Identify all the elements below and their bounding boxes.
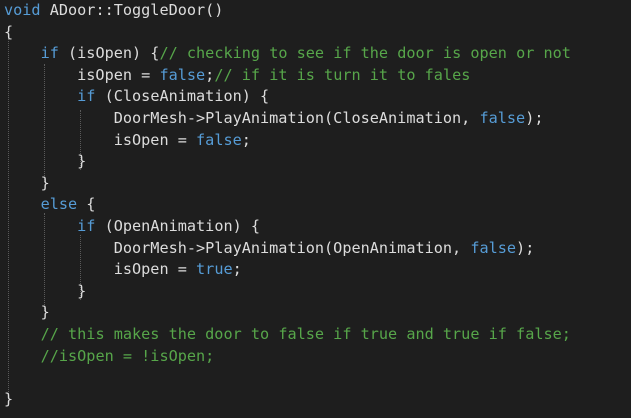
code-line: isOpen = false;// if it is turn it to fa… bbox=[4, 65, 470, 87]
code-keyword: false bbox=[479, 109, 526, 127]
code-keyword: true bbox=[196, 260, 233, 279]
code-text: ; bbox=[205, 65, 215, 84]
code-line: isOpen = true; bbox=[4, 259, 242, 281]
code-text: ; bbox=[232, 260, 242, 279]
code-text: ADoor::ToggleDoor() bbox=[40, 1, 224, 19]
code-line: else { bbox=[4, 194, 96, 216]
code-line: //isOpen = !isOpen; bbox=[4, 346, 215, 368]
code-keyword: void bbox=[4, 1, 41, 19]
code-text: (isOpen) { bbox=[58, 44, 160, 63]
code-line: if (CloseAnimation) { bbox=[4, 86, 269, 108]
code-comment: //isOpen = !isOpen; bbox=[40, 346, 215, 365]
code-line: } bbox=[4, 151, 86, 173]
code-text: ); bbox=[516, 238, 535, 257]
code-editor[interactable]: void ADoor::ToggleDoor(){ if (isOpen) {/… bbox=[0, 0, 631, 418]
code-text: (CloseAnimation) { bbox=[95, 87, 270, 106]
code-keyword: else bbox=[40, 195, 78, 214]
code-text: { bbox=[77, 195, 96, 214]
code-text: isOpen = bbox=[4, 260, 197, 279]
code-line: void ADoor::ToggleDoor() bbox=[4, 0, 223, 22]
code-line: { bbox=[4, 22, 13, 44]
code-line: DoorMesh->PlayAnimation(OpenAnimation, f… bbox=[4, 238, 535, 260]
code-text: { bbox=[4, 22, 14, 41]
code-line: } bbox=[4, 302, 50, 324]
code-keyword: if bbox=[40, 44, 59, 63]
code-text: isOpen = bbox=[4, 130, 197, 149]
code-line: } bbox=[4, 173, 50, 195]
code-keyword: false bbox=[470, 238, 517, 257]
code-line: if (OpenAnimation) { bbox=[4, 216, 260, 238]
code-line: if (isOpen) {// checking to see if the d… bbox=[4, 43, 571, 65]
code-keyword: false bbox=[159, 65, 206, 84]
code-keyword: if bbox=[77, 87, 96, 106]
code-line: } bbox=[4, 281, 86, 303]
code-text: } bbox=[4, 281, 87, 300]
code-line: // this makes the door to false if true … bbox=[4, 324, 571, 346]
code-line: isOpen = false; bbox=[4, 130, 251, 152]
code-text: ; bbox=[241, 130, 251, 149]
code-text: isOpen = bbox=[4, 65, 160, 84]
code-text: } bbox=[4, 152, 87, 171]
code-text: } bbox=[4, 303, 50, 322]
code-text: DoorMesh->PlayAnimation(CloseAnimation, bbox=[4, 109, 480, 127]
code-keyword: if bbox=[77, 217, 96, 235]
code-text: } bbox=[4, 389, 14, 408]
code-line: } bbox=[4, 389, 13, 411]
code-keyword: false bbox=[196, 130, 242, 149]
code-text: ); bbox=[525, 109, 544, 127]
code-comment: // this makes the door to false if true … bbox=[40, 325, 571, 343]
code-text: } bbox=[4, 173, 50, 192]
code-line: DoorMesh->PlayAnimation(CloseAnimation, … bbox=[4, 108, 544, 130]
code-text: (OpenAnimation) { bbox=[95, 217, 261, 235]
code-text: DoorMesh->PlayAnimation(OpenAnimation, bbox=[4, 238, 471, 257]
code-comment: // checking to see if the door is open o… bbox=[159, 44, 571, 63]
code-comment: // if it is turn it to fales bbox=[214, 65, 471, 84]
